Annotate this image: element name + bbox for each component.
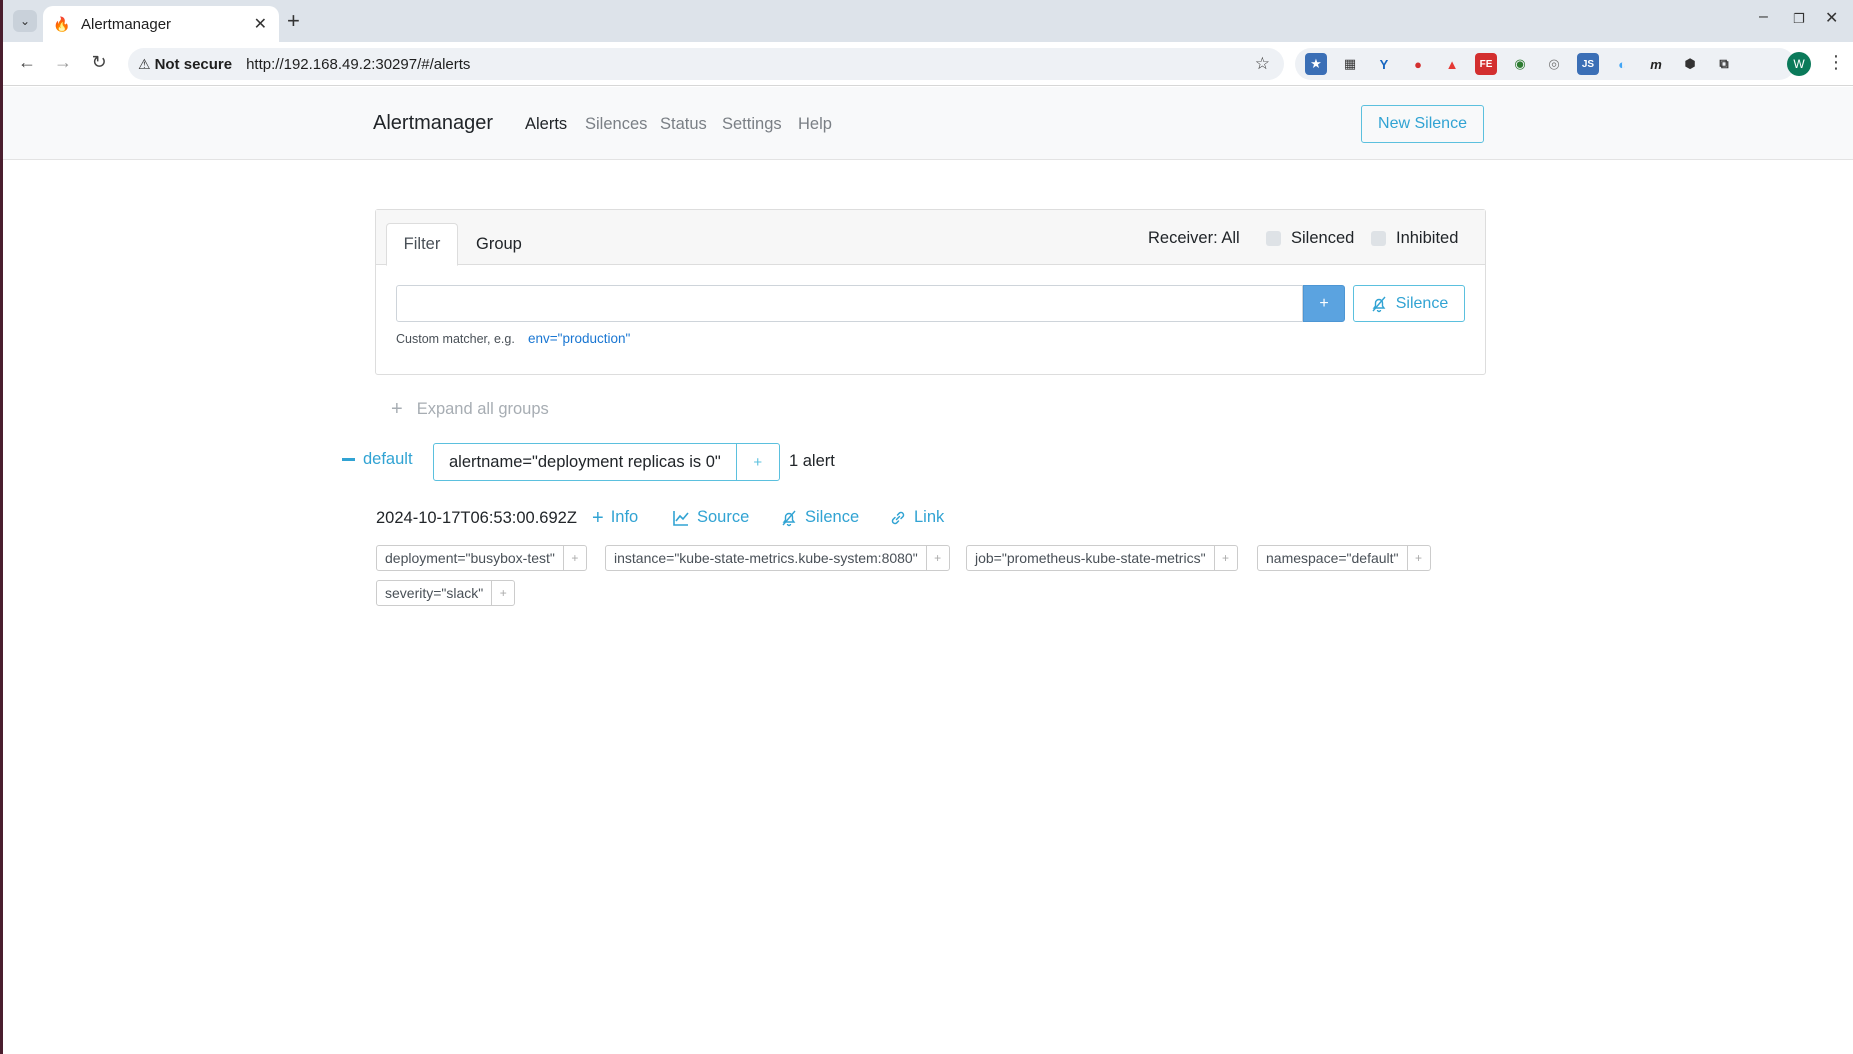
extension-icon-11[interactable]: m [1645, 53, 1667, 75]
matcher-hint-example[interactable]: env="production" [528, 331, 630, 346]
inhibited-checkbox[interactable]: Inhibited [1371, 229, 1458, 248]
label-chip-add-button[interactable]: + [564, 546, 586, 570]
extension-icon-6[interactable]: FE [1475, 53, 1497, 75]
label-chip-add-button[interactable]: + [1215, 546, 1237, 570]
group-label-text[interactable]: alertname="deployment replicas is 0" [434, 444, 737, 480]
label-chip-text[interactable]: instance="kube-state-metrics.kube-system… [606, 546, 927, 570]
new-tab-button[interactable]: + [287, 8, 300, 34]
add-filter-button[interactable]: + [1303, 285, 1345, 322]
alert-link-label: Link [914, 508, 945, 526]
extensions-strip: ★ ▦ Y ● ▲ FE ◉ ◎ JS ◐ m ⬢ ⧉ [1295, 48, 1795, 80]
extension-icon-5[interactable]: ▲ [1441, 53, 1463, 75]
filter-input[interactable] [396, 285, 1303, 322]
extension-icon-3[interactable]: Y [1373, 53, 1395, 75]
reload-icon[interactable]: ↻ [87, 52, 111, 73]
alert-timestamp: 2024-10-17T06:53:00.692Z [376, 509, 577, 527]
tab-close-icon[interactable]: ✕ [254, 14, 267, 34]
extension-icon-1[interactable]: ★ [1305, 53, 1327, 75]
label-chip-add-button[interactable]: + [927, 546, 949, 570]
brand-link[interactable]: Alertmanager [373, 112, 493, 135]
nav-alerts[interactable]: Alerts [525, 115, 567, 134]
nav-help[interactable]: Help [798, 115, 832, 134]
extension-icon-4[interactable]: ● [1407, 53, 1429, 75]
filter-silence-label: Silence [1395, 294, 1449, 312]
extension-icon-9[interactable]: JS [1577, 53, 1599, 75]
plus-icon: + [592, 506, 604, 529]
extension-icon-8[interactable]: ◎ [1543, 53, 1565, 75]
security-label[interactable]: Not secure [155, 56, 233, 73]
alert-info-label: Info [610, 508, 639, 526]
close-window-icon[interactable]: ✕ [1825, 8, 1838, 28]
nav-status[interactable]: Status [660, 115, 707, 134]
nav-silences[interactable]: Silences [585, 115, 647, 134]
bell-slash-icon [1372, 296, 1386, 312]
group-label-chip: alertname="deployment replicas is 0" + [433, 443, 780, 481]
minimize-icon[interactable]: – [1759, 8, 1768, 26]
new-silence-button[interactable]: New Silence [1361, 105, 1484, 143]
bookmark-star-icon[interactable]: ☆ [1255, 54, 1270, 74]
silenced-checkbox[interactable]: Silenced [1266, 229, 1354, 248]
plus-icon: + [391, 398, 403, 420]
group-receiver: default [363, 450, 413, 468]
profile-avatar[interactable]: W [1787, 52, 1811, 76]
inhibited-label: Inhibited [1396, 229, 1459, 247]
extension-icon-7[interactable]: ◉ [1509, 53, 1531, 75]
label-chip: deployment="busybox-test" + [376, 545, 587, 571]
tab-search-button[interactable]: ⌄ [13, 10, 37, 32]
restore-icon[interactable]: ❐ [1793, 11, 1805, 27]
silenced-checkbox-box[interactable] [1266, 231, 1281, 246]
extension-icon-10[interactable]: ◐ [1611, 53, 1633, 75]
alertmanager-favicon-icon: 🔥 [53, 15, 71, 32]
alert-source-button[interactable]: Source [672, 508, 749, 527]
filter-card: Filter Group Receiver: All Silenced Inhi… [375, 209, 1486, 375]
tab-filter[interactable]: Filter [386, 223, 458, 266]
minus-icon [342, 458, 355, 461]
label-chip: instance="kube-state-metrics.kube-system… [605, 545, 950, 571]
label-chip: severity="slack" + [376, 580, 516, 606]
label-chip-text[interactable]: job="prometheus-kube-state-metrics" [967, 546, 1215, 570]
matcher-hint: Custom matcher, e.g. [396, 332, 515, 346]
label-chip-text[interactable]: deployment="busybox-test" [377, 546, 564, 570]
label-chip-text[interactable]: namespace="default" [1258, 546, 1408, 570]
label-chip-add-button[interactable]: + [492, 581, 514, 605]
expand-all-groups-button[interactable]: + Expand all groups [391, 398, 549, 421]
bell-slash-icon [782, 510, 796, 526]
group-label-add-button[interactable]: + [737, 444, 779, 480]
app-navbar: Alertmanager Alerts Silences Status Sett… [3, 87, 1853, 160]
warning-icon: ⚠ [138, 55, 151, 72]
filter-card-header: Filter Group Receiver: All Silenced Inhi… [376, 210, 1485, 266]
url-text[interactable]: http://192.168.49.2:30297/#/alerts [246, 56, 470, 73]
puzzle-extensions-icon[interactable]: ⧉ [1713, 53, 1735, 75]
filter-silence-button[interactable]: Silence [1353, 285, 1465, 322]
label-chip: job="prometheus-kube-state-metrics" + [966, 545, 1238, 571]
alert-silence-label: Silence [805, 508, 860, 526]
omnibox[interactable]: ⚠ Not secure http://192.168.49.2:30297/#… [128, 48, 1284, 80]
link-icon [891, 511, 905, 524]
browser-menu-icon[interactable]: ⋮ [1827, 52, 1845, 73]
inhibited-checkbox-box[interactable] [1371, 231, 1386, 246]
alert-info-button[interactable]: + Info [592, 506, 639, 529]
chart-line-icon [673, 510, 689, 526]
expand-all-label: Expand all groups [416, 400, 549, 418]
silenced-label: Silenced [1291, 229, 1355, 247]
alert-silence-button[interactable]: Silence [780, 508, 859, 527]
extension-icon-2[interactable]: ▦ [1339, 53, 1361, 75]
tab-group[interactable]: Group [476, 235, 522, 254]
browser-tab[interactable]: 🔥 Alertmanager ✕ [43, 6, 279, 42]
receiver-dropdown[interactable]: Receiver: All [1148, 229, 1240, 248]
nav-settings[interactable]: Settings [722, 115, 782, 134]
alert-count: 1 alert [789, 452, 835, 470]
group-collapse-toggle[interactable]: default [342, 450, 413, 469]
address-bar-row: ← → ↻ ⚠ Not secure http://192.168.49.2:3… [3, 42, 1853, 86]
forward-icon[interactable]: → [51, 52, 75, 73]
alert-source-label: Source [697, 508, 750, 526]
browser-tab-strip: ⌄ 🔥 Alertmanager ✕ + – ❐ ✕ [3, 0, 1853, 42]
label-chip: namespace="default" + [1257, 545, 1431, 571]
label-chip-add-button[interactable]: + [1408, 546, 1430, 570]
extension-icon-12[interactable]: ⬢ [1679, 53, 1701, 75]
label-chip-text[interactable]: severity="slack" [377, 581, 493, 605]
tab-title: Alertmanager [81, 15, 172, 33]
alert-link-button[interactable]: Link [889, 508, 944, 527]
back-icon[interactable]: ← [15, 52, 39, 73]
